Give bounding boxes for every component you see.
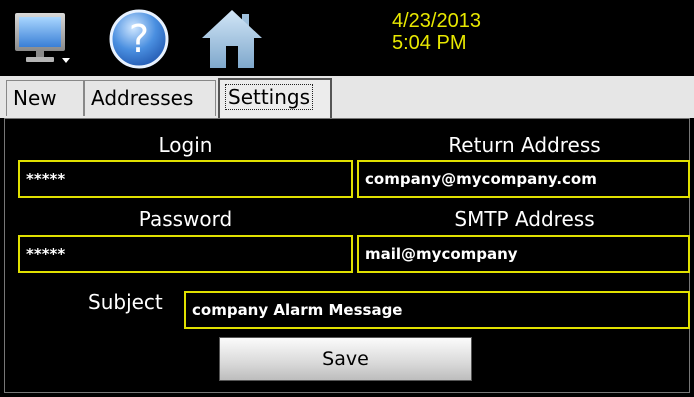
svg-text:?: ? — [129, 17, 149, 61]
tab-settings[interactable]: Settings — [218, 78, 332, 118]
return-address-field[interactable]: company@mycompany.com — [357, 160, 690, 198]
top-bar: ? 4/23/2013 5:04 PM — [0, 0, 694, 76]
return-address-label: Return Address — [448, 133, 601, 157]
save-button[interactable]: Save — [219, 337, 472, 381]
tab-addresses[interactable]: Addresses — [84, 80, 216, 116]
help-icon[interactable]: ? — [108, 8, 170, 70]
password-field[interactable]: ***** — [18, 235, 353, 273]
tab-strip: New Addresses Settings — [0, 76, 694, 118]
login-label: Login — [158, 133, 213, 157]
smtp-address-label: SMTP Address — [454, 207, 595, 231]
subject-label: Subject — [88, 290, 163, 314]
login-field[interactable]: ***** — [18, 160, 353, 198]
password-label: Password — [138, 207, 233, 231]
smtp-address-field[interactable]: mail@mycompany — [357, 235, 690, 273]
date-text: 4/23/2013 — [392, 10, 481, 32]
subject-field[interactable]: company Alarm Message — [184, 291, 690, 329]
home-icon[interactable] — [200, 8, 264, 70]
time-text: 5:04 PM — [392, 32, 467, 54]
monitor-icon[interactable] — [14, 10, 72, 68]
tab-settings-label: Settings — [224, 84, 314, 110]
datetime-display: 4/23/2013 5:04 PM — [392, 10, 481, 54]
tab-new[interactable]: New — [6, 80, 84, 116]
